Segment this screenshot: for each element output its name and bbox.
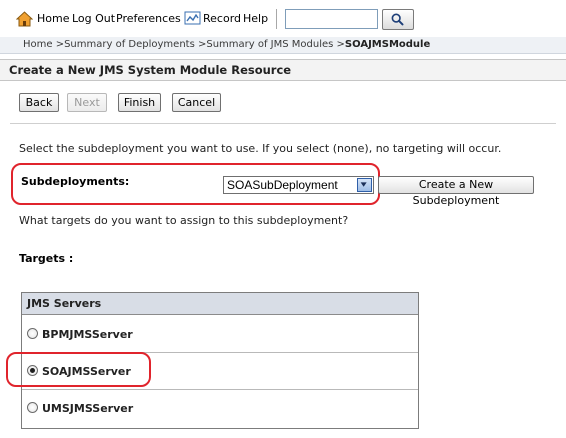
home-link[interactable]: Home — [37, 11, 69, 27]
create-subdeployment-button[interactable]: Create a New Subdeployment — [378, 176, 534, 207]
search-input[interactable] — [285, 9, 378, 29]
radio-umsjmsserver[interactable] — [27, 402, 38, 413]
subdeployment-select-value: SOASubDeployment — [227, 178, 338, 192]
radio-bpmjmsserver[interactable] — [27, 328, 38, 339]
preferences-link[interactable]: Preferences — [116, 11, 181, 27]
breadcrumb-bar: Home >Summary of Deployments >Summary of… — [0, 37, 566, 54]
breadcrumb-path[interactable]: Home >Summary of Deployments >Summary of… — [23, 39, 345, 50]
next-button[interactable]: Next — [67, 93, 107, 112]
top-toolbar: Home Log Out Preferences Record Help — [0, 0, 566, 37]
record-icon[interactable] — [184, 11, 201, 26]
subdeployments-label: Subdeployments: — [21, 175, 130, 188]
cancel-button[interactable]: Cancel — [172, 93, 221, 112]
table-row: BPMJMSServer — [22, 316, 418, 353]
record-link[interactable]: Record — [203, 11, 241, 27]
soajmsserver-highlight — [6, 352, 151, 387]
back-button[interactable]: Back — [19, 93, 59, 112]
toolbar-separator — [276, 9, 277, 29]
row-label: BPMJMSServer — [42, 328, 133, 341]
subdeployment-instruction: Select the subdeployment you want to use… — [19, 142, 502, 155]
page-heading: Create a New JMS System Module Resource — [0, 59, 566, 81]
targets-label: Targets : — [19, 252, 74, 265]
subdeployment-select[interactable]: SOASubDeployment — [223, 176, 374, 194]
table-header-jms-servers: JMS Servers — [27, 297, 102, 310]
help-link[interactable]: Help — [243, 11, 268, 27]
table-row: UMSJMSServer — [22, 390, 418, 427]
search-button[interactable] — [382, 9, 414, 30]
search-icon — [391, 13, 404, 26]
table-header: JMS Servers — [22, 293, 418, 315]
row-label: UMSJMSServer — [42, 402, 134, 415]
logout-link[interactable]: Log Out — [72, 11, 115, 27]
home-icon[interactable] — [16, 10, 33, 27]
divider — [10, 123, 556, 124]
breadcrumb: Home >Summary of Deployments >Summary of… — [23, 39, 430, 51]
chevron-down-icon[interactable] — [357, 178, 372, 192]
breadcrumb-current: SOAJMSModule — [344, 39, 431, 50]
targets-question: What targets do you want to assign to th… — [19, 214, 349, 227]
finish-button[interactable]: Finish — [118, 93, 161, 112]
page-title: Create a New JMS System Module Resource — [9, 63, 292, 77]
